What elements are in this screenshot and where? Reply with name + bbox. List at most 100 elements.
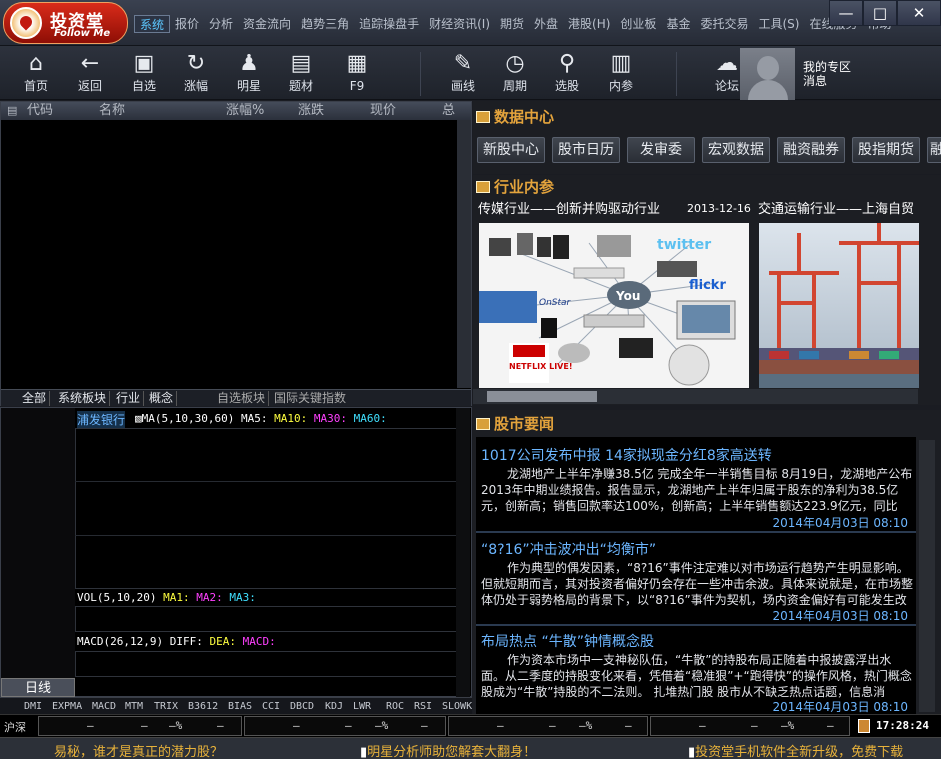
theme-button[interactable]: ▤ 题材 [277, 50, 325, 98]
ind-trix[interactable]: TRIX [154, 699, 178, 714]
menu-finance-news[interactable]: 财经资讯(I) [424, 15, 495, 33]
close-button[interactable]: ✕ [897, 0, 941, 26]
new-stock-center-button[interactable]: 新股中心 [477, 137, 545, 163]
ind-slowk[interactable]: SLOWK [442, 699, 472, 714]
maximize-button[interactable]: □ [863, 0, 897, 26]
col-change-pct[interactable]: 涨幅% [226, 102, 264, 120]
industry-item-title[interactable]: 传媒行业——创新并购驱动行业 [478, 200, 683, 220]
ind-roc[interactable]: ROC [386, 699, 404, 714]
period-daily-tab[interactable]: 日线 [1, 678, 75, 697]
price-chart-pane[interactable] [75, 428, 457, 589]
data-center-panel: 数据中心 新股中心 股市日历 发审委 宏观数据 融资融券 股指期货 融 [473, 101, 941, 174]
ind-b3612[interactable]: B3612 [188, 699, 218, 714]
menu-system[interactable]: 系统 [134, 15, 171, 33]
data-center-title-text: 数据中心 [494, 108, 555, 126]
marquee-item[interactable]: ▮明星分析师助您解套大翻身！ [360, 741, 536, 759]
menu-fund[interactable]: 基金 [661, 15, 695, 33]
tab-custom-sector[interactable]: 自选板块 [214, 391, 270, 406]
col-price[interactable]: 现价 [370, 102, 396, 120]
stock-picker-button[interactable]: ⚲ 选股 [543, 50, 591, 98]
ind-dbcd[interactable]: DBCD [290, 699, 314, 714]
sz-index-box[interactable]: — — —% — [244, 716, 446, 736]
marquee-item[interactable]: 易秘，谁才是真正的潜力股？ [54, 741, 223, 759]
ind-dmi[interactable]: DMI [24, 699, 42, 714]
menu-analysis[interactable]: 分析 [204, 15, 238, 33]
stock-calendar-button[interactable]: 股市日历 [552, 137, 620, 163]
ind-bias[interactable]: BIAS [228, 699, 252, 714]
vol-ma3-label: MA3: [229, 591, 256, 604]
ind-expma[interactable]: EXPMA [52, 699, 82, 714]
macro-data-button[interactable]: 宏观数据 [702, 137, 770, 163]
watchlist-button[interactable]: ▣ 自选 [120, 50, 168, 98]
industry-scrollbar[interactable] [473, 389, 918, 404]
news-title-text: 股市要闻 [494, 415, 555, 433]
index-futures-button[interactable]: 股指期货 [852, 137, 920, 163]
news-item-title[interactable]: 1017公司发布中报 14家拟现金分红8家高送转 [481, 445, 772, 465]
marquee-item[interactable]: ▮投资堂手机软件全新升级，免费下载 [688, 741, 903, 759]
scroll-thumb[interactable] [487, 391, 597, 402]
margin-trading-button[interactable]: 融资融券 [777, 137, 845, 163]
ind-macd[interactable]: MACD [92, 699, 116, 714]
col-name[interactable]: 名称 [99, 102, 125, 120]
news-item-title[interactable]: “8?16”冲击波冲出“均衡市” [481, 539, 656, 559]
ind-kdj[interactable]: KDJ [325, 699, 343, 714]
ind-lwr[interactable]: LWR [353, 699, 371, 714]
tab-all[interactable]: 全部 [19, 391, 51, 406]
f9-button[interactable]: ▦ F9 [333, 50, 381, 98]
gem-index-box[interactable]: — — —% — [448, 716, 648, 736]
stock-list-scrollbar[interactable] [457, 120, 471, 388]
tab-global-index[interactable]: 国际关键指数 [271, 391, 349, 406]
ind-mtm[interactable]: MTM [125, 699, 143, 714]
menu-tools[interactable]: 工具(S) [753, 15, 804, 33]
news-scrollbar[interactable] [919, 440, 935, 712]
netflix-label: NETFLIX LIVE! [509, 362, 573, 371]
home-button[interactable]: ⌂ 首页 [12, 50, 60, 98]
sh-index-box[interactable]: — — —% — [38, 716, 242, 736]
star-analyst-button[interactable]: ♟ 明星 [225, 50, 273, 98]
industry-title-text: 行业内参 [494, 178, 555, 196]
avatar[interactable] [740, 48, 795, 100]
chart-scrollbar[interactable] [456, 408, 470, 697]
ind-rsi[interactable]: RSI [414, 699, 432, 714]
sh-index-change: — [141, 719, 148, 732]
col-change[interactable]: 涨跌 [298, 102, 324, 120]
stock-name[interactable]: 浦发银行 [77, 411, 126, 428]
menu-hk-stock[interactable]: 港股(H) [563, 15, 615, 33]
news-item-title[interactable]: 布局热点 “牛散”钟情概念股 [481, 631, 654, 651]
menu-gem[interactable]: 创业板 [615, 15, 661, 33]
period-button[interactable]: ◷ 周期 [491, 50, 539, 98]
industry-item-title[interactable]: 交通运输行业——上海自贸 [758, 200, 918, 220]
insider-button[interactable]: ▥ 内参 [597, 50, 645, 98]
other-index-box[interactable]: — — —% — [650, 716, 850, 736]
table-icon: ▦ [346, 51, 368, 76]
menu-quote[interactable]: 报价 [170, 15, 204, 33]
menu-trend-triangle[interactable]: 趋势三角 [296, 15, 354, 33]
menu-futures[interactable]: 期货 [495, 15, 529, 33]
gainers-button[interactable]: ↻ 涨幅 [172, 50, 220, 98]
volume-pane[interactable] [75, 606, 457, 632]
other-index-value: — [699, 719, 706, 732]
tab-concept[interactable]: 概念 [146, 391, 178, 406]
col-total[interactable]: 总 [442, 102, 455, 120]
tab-system-sector[interactable]: 系统板块 [55, 391, 111, 406]
tab-industry[interactable]: 行业 [113, 391, 145, 406]
col-code[interactable]: 代码 [27, 102, 53, 120]
alert-icon[interactable] [858, 719, 870, 733]
minimize-button[interactable]: — [829, 0, 863, 26]
app-logo[interactable]: 投资堂 Follow Me [3, 2, 128, 44]
menu-foreign[interactable]: 外盘 [529, 15, 563, 33]
marquee-item-text: 明星分析师助您解套大翻身！ [367, 745, 537, 759]
ind-cci[interactable]: CCI [262, 699, 280, 714]
transport-industry-image[interactable] [759, 223, 919, 388]
menu-capital-flow[interactable]: 资金流向 [238, 15, 296, 33]
more-data-button[interactable]: 融 [927, 137, 941, 163]
draw-line-button[interactable]: ✎ 画线 [439, 50, 487, 98]
messages-link[interactable]: 消息 [803, 72, 827, 89]
ipo-committee-button[interactable]: 发审委 [627, 137, 695, 163]
menu-trade[interactable]: 委托交易 [695, 15, 753, 33]
news-title: 股市要闻 [476, 410, 554, 438]
media-industry-image[interactable]: You twitter flickr OnStar NETFLIX LIVE! [479, 223, 749, 388]
back-button[interactable]: ← 返回 [66, 50, 114, 98]
macd-pane[interactable] [75, 651, 457, 677]
menu-track-trader[interactable]: 追踪操盘手 [354, 15, 424, 33]
